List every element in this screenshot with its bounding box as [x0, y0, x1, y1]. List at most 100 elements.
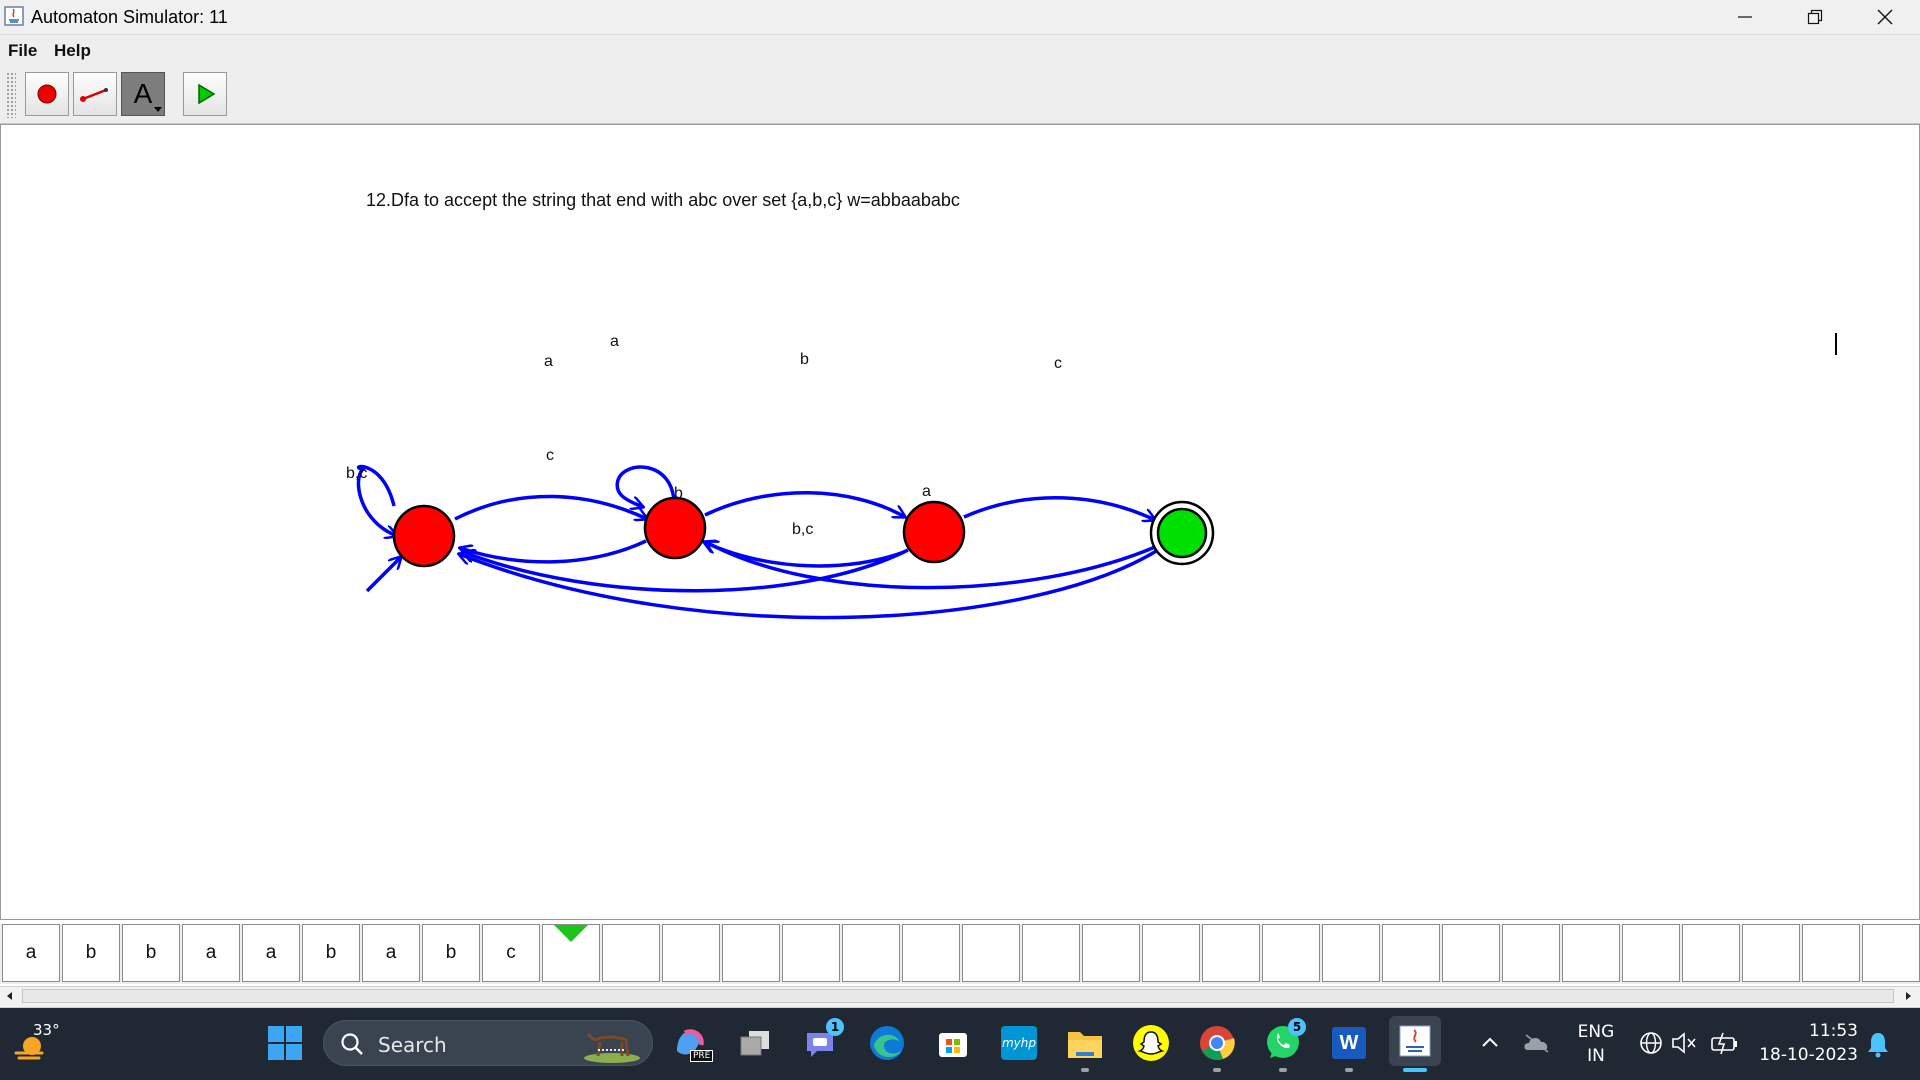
close-button[interactable]	[1850, 0, 1920, 34]
tape-cell[interactable]	[1382, 924, 1440, 982]
tape-cell[interactable]	[1202, 924, 1260, 982]
chrome-app[interactable]	[1194, 1020, 1240, 1066]
scroll-right-button[interactable]	[1898, 986, 1918, 1006]
tape-cell[interactable]	[1142, 924, 1200, 982]
label-q2-q0: c	[546, 447, 554, 464]
label-q1-q1: a	[610, 333, 619, 350]
clock-time[interactable]: 11:53	[1758, 1021, 1858, 1041]
tape-cell[interactable]: a	[362, 924, 420, 982]
label-q0-q1: a	[544, 353, 553, 370]
dfa-diagram[interactable]: b,c a a b c c a b,c b	[0, 124, 1920, 920]
label-q2-q3: c	[1054, 355, 1062, 372]
tape-cell[interactable]	[1742, 924, 1800, 982]
transition-tool-button[interactable]	[73, 72, 117, 116]
red-circle-icon	[37, 84, 57, 104]
tape-cell[interactable]	[1502, 924, 1560, 982]
tape-cell[interactable]: a	[182, 924, 240, 982]
tape-cell[interactable]	[1802, 924, 1860, 982]
menu-bar	[0, 35, 1920, 67]
state-q1[interactable]	[643, 496, 707, 560]
chrome-icon	[1200, 1026, 1235, 1061]
state-q0[interactable]	[392, 504, 456, 568]
toolbar-grip-handle[interactable]	[6, 72, 16, 118]
myhp-icon: myhp	[1001, 1026, 1037, 1060]
network-globe-icon[interactable]	[1638, 1030, 1664, 1056]
window-title: Automaton Simulator: 11	[31, 7, 228, 27]
tape-cell[interactable]: a	[2, 924, 60, 982]
language-indicator-line2[interactable]: IN	[1574, 1046, 1618, 1066]
java-app[interactable]	[1389, 1016, 1441, 1066]
search-icon	[341, 1033, 363, 1055]
menu-file[interactable]: File	[8, 41, 37, 61]
label-q3-q0: b,c	[792, 521, 813, 538]
edge-app[interactable]	[864, 1020, 910, 1066]
state-q2[interactable]	[902, 500, 966, 564]
tape-cell[interactable]	[1862, 924, 1920, 982]
onedrive-cloud-icon[interactable]	[1522, 1032, 1552, 1054]
scroll-left-button[interactable]	[0, 986, 20, 1006]
tape-cell[interactable]	[1442, 924, 1500, 982]
tape-cell[interactable]	[1082, 924, 1140, 982]
tape-cell[interactable]	[1322, 924, 1380, 982]
label-q1-q2: b	[800, 351, 809, 368]
menu-help[interactable]: Help	[54, 41, 91, 61]
tape-cell[interactable]	[842, 924, 900, 982]
tape-cell[interactable]	[1682, 924, 1740, 982]
whatsapp-notification-badge: 5	[1288, 1018, 1306, 1036]
transition-q2-q3[interactable]	[963, 495, 1155, 520]
tape-cell[interactable]	[1262, 924, 1320, 982]
label-q0-q0: b,c	[346, 465, 367, 482]
tape-cell[interactable]: b	[302, 924, 360, 982]
tape-cell[interactable]: b	[122, 924, 180, 982]
tape-cell[interactable]: b	[62, 924, 120, 982]
whatsapp-running-indicator	[1279, 1068, 1287, 1072]
start-button[interactable]	[262, 1020, 308, 1066]
chevron-up-icon[interactable]	[1480, 1032, 1500, 1052]
state-tool-button[interactable]	[25, 72, 69, 116]
arrow-right-icon	[1906, 992, 1911, 1000]
tape-cell[interactable]	[902, 924, 960, 982]
tape-cell[interactable]	[602, 924, 660, 982]
transition-q1-q0[interactable]	[460, 539, 647, 564]
tape-cell[interactable]	[722, 924, 780, 982]
state-q3[interactable]	[1156, 507, 1208, 559]
tape-cell[interactable]	[962, 924, 1020, 982]
tape-cell[interactable]	[1622, 924, 1680, 982]
explorer-running-indicator	[1081, 1068, 1089, 1072]
restore-button[interactable]	[1780, 0, 1850, 34]
tape-cell[interactable]	[1562, 924, 1620, 982]
word-app[interactable]: W	[1326, 1020, 1372, 1066]
transition-q0-q1[interactable]	[454, 494, 647, 519]
snapchat-icon	[1133, 1025, 1169, 1061]
snapchat-app[interactable]	[1128, 1020, 1174, 1066]
transition-arrow-icon	[80, 88, 108, 102]
minimize-button[interactable]	[1710, 0, 1780, 34]
dropdown-triangle-icon	[154, 107, 162, 112]
myhp-app[interactable]: myhp	[996, 1020, 1042, 1066]
teams-app[interactable]: 1	[798, 1018, 844, 1066]
store-app[interactable]	[930, 1020, 976, 1066]
scrollbar-thumb[interactable]	[22, 989, 1894, 1003]
title-bar[interactable]	[0, 0, 1920, 35]
tape-cell[interactable]	[1022, 924, 1080, 982]
language-indicator-line1[interactable]: ENG	[1574, 1022, 1618, 1042]
tape-cell[interactable]: c	[482, 924, 540, 982]
battery-charging-icon[interactable]	[1710, 1030, 1740, 1056]
text-tool-button[interactable]: A	[121, 72, 165, 116]
copilot-app[interactable]: PRE	[666, 1020, 714, 1066]
transition-q1-q2[interactable]	[704, 491, 905, 517]
tape-cell[interactable]	[782, 924, 840, 982]
label-q3-q1: a	[922, 483, 931, 500]
minimize-icon	[1738, 16, 1752, 18]
notification-bell-icon[interactable]	[1866, 1030, 1890, 1058]
whatsapp-app[interactable]: 5	[1260, 1018, 1306, 1066]
file-explorer-app[interactable]	[1062, 1020, 1108, 1066]
tape-cell[interactable]	[662, 924, 720, 982]
speaker-muted-icon[interactable]	[1670, 1030, 1698, 1056]
task-view-icon	[740, 1031, 769, 1056]
tape-cell[interactable]: a	[242, 924, 300, 982]
tape-cell[interactable]: b	[422, 924, 480, 982]
task-view-app[interactable]	[732, 1020, 778, 1066]
clock-date[interactable]: 18-10-2023	[1750, 1045, 1858, 1065]
run-tool-button[interactable]	[183, 72, 227, 116]
